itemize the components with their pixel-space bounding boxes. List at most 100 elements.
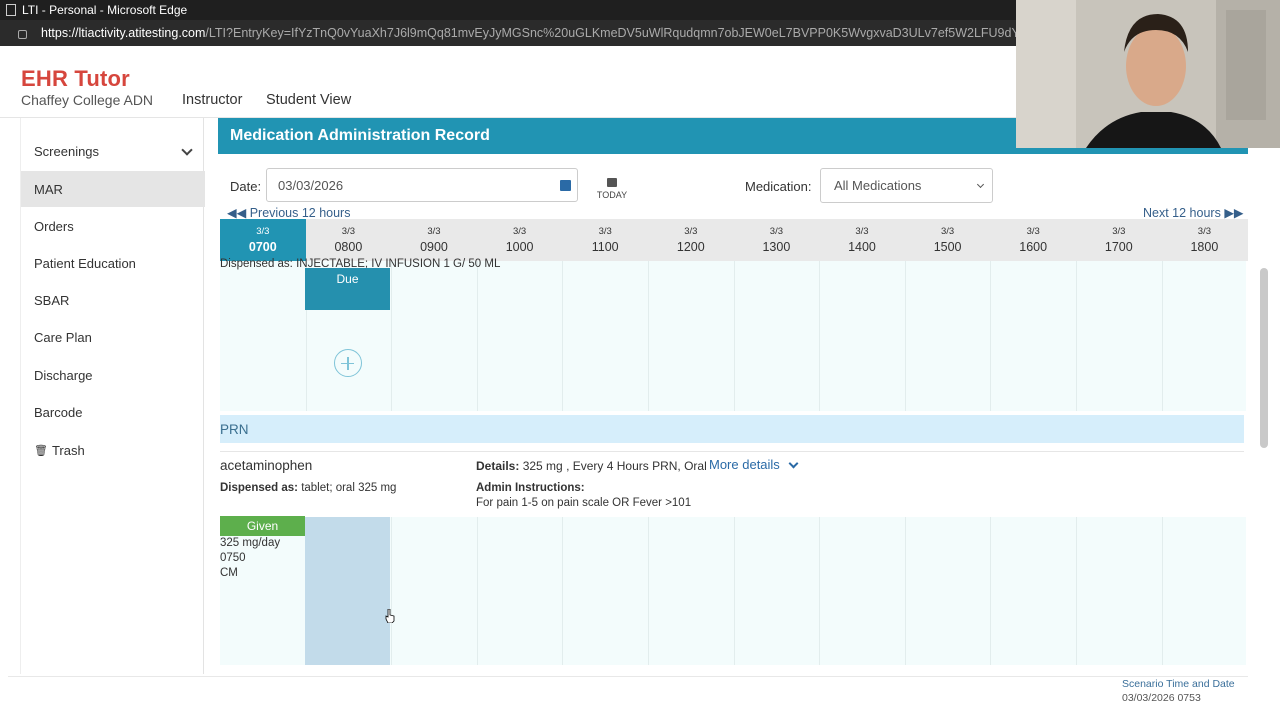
sidebar-item-barcode[interactable]: Barcode [21,394,205,430]
double-chevron-right-icon: ▶▶ [1224,206,1244,220]
sidebar-item-discharge[interactable]: Discharge [21,357,205,393]
hand-cursor-icon [385,609,395,623]
grid-line [648,261,649,411]
sidebar-item-label: Patient Education [34,255,136,271]
sidebar-item-orders[interactable]: Orders [21,208,205,244]
column-date: 3/3 [512,226,527,237]
time-column-1500[interactable]: 3/3 1500 [905,219,991,261]
medication-value: All Medications [834,178,922,193]
webcam-overlay [1016,0,1280,148]
admin-instructions-label: Admin Instructions: [476,482,585,494]
dispensed-value: tablet; oral 325 mg [301,482,397,494]
given-time: 0750 [220,552,246,564]
sidebar-item-label: Discharge [34,367,93,383]
column-time: 1700 [1104,240,1133,254]
time-column-1200[interactable]: 3/3 1200 [648,219,734,261]
time-column-1600[interactable]: 3/3 1600 [990,219,1076,261]
today-button[interactable]: TODAY [596,178,628,200]
sidebar-item-mar[interactable]: MAR [21,171,205,207]
sidebar-item-care-plan[interactable]: Care Plan [21,319,205,355]
column-time: 1600 [1019,240,1048,254]
time-column-1700[interactable]: 3/3 1700 [1076,219,1162,261]
time-column-0700[interactable]: 3/3 0700 [220,219,306,261]
scenario-time-label: Scenario Time and Date [1122,678,1235,690]
given-by: CM [220,567,238,579]
column-date: 3/3 [341,226,355,237]
chevron-down-icon [976,180,985,189]
calendar-icon [607,178,617,187]
grid-line [990,517,992,665]
column-date: 3/3 [1112,226,1126,237]
column-time: 0800 [334,240,363,254]
column-time: 1800 [1190,240,1219,254]
mar-panel: Medication Administration Record Date: 0… [218,118,1248,674]
due-status-cell[interactable]: Due [305,268,390,310]
scenario-time-value: 03/03/2026 0753 [1122,692,1201,704]
sidebar-item-label: Screenings [34,143,100,159]
column-date: 3/3 [855,226,869,237]
grid-line [733,261,735,411]
nav-student-view[interactable]: Student View [266,92,351,108]
date-label: Date: [230,179,262,194]
page-icon [6,4,16,16]
column-date: 3/3 [769,226,783,237]
medication-details: Details: 325 mg , Every 4 Hours PRN, Ora… [476,459,707,473]
sidebar-item-label: Care Plan [34,329,92,345]
time-column-0900[interactable]: 3/3 0900 [391,219,477,261]
given-status-cell[interactable]: Given [220,516,305,536]
url-path: /LTI?EntryKey=IfYzTnQ0vYuaXh7J6l9mQq81mv… [205,26,1077,40]
grid-line [562,261,564,411]
grid-line [990,261,992,411]
sidebar-item-trash[interactable]: 🗑 Trash [21,432,205,468]
column-time: 0900 [420,240,448,254]
sidebar-item-label: Orders [34,218,74,234]
calendar-icon[interactable] [560,180,571,191]
ehr-tutor-logo[interactable]: EHR Tutor [21,66,130,92]
sidebar-item-label: Trash [51,442,85,458]
admin-instructions-text: For pain 1-5 on pain scale OR Fever >101 [476,497,692,509]
college-name: Chaffey College ADN [21,92,154,108]
column-time: 1300 [762,240,791,254]
time-column-1400[interactable]: 3/3 1400 [819,219,905,261]
grid-line [476,261,478,411]
scrollbar[interactable] [1260,268,1268,448]
double-chevron-left-icon: ◀◀ [227,206,247,220]
grid-line [1161,261,1163,411]
grid-line [391,517,393,665]
sidebar-item-screenings[interactable]: Screenings [21,133,205,169]
medication-name[interactable]: acetaminophen [220,458,312,473]
medication-select[interactable]: All Medications [820,168,993,203]
trash-icon: 🗑 [34,444,48,457]
lock-icon[interactable] [18,29,27,39]
time-column-1000[interactable]: 3/3 1000 [477,219,563,261]
add-administration-button[interactable] [334,349,362,377]
sidebar-item-patient-education[interactable]: Patient Education [21,245,205,281]
grid-line [648,517,649,665]
time-column-1800[interactable]: 3/3 1800 [1162,219,1248,261]
time-column-1300[interactable]: 3/3 1300 [734,219,820,261]
next-label: Next 12 hours [1143,206,1221,220]
more-details-link[interactable]: More details [709,457,780,472]
grid-line [733,517,735,665]
date-input[interactable]: 03/03/2026 [266,168,578,202]
column-date: 3/3 [1026,226,1040,237]
previous-12-hours-link[interactable]: ◀◀ Previous 12 hours [227,205,350,220]
prn-section-header: PRN [220,415,1244,443]
column-date: 3/3 [940,226,955,237]
column-date: 3/3 [598,226,612,237]
hovered-time-cell[interactable] [305,517,390,665]
next-12-hours-link[interactable]: Next 12 hours ▶▶ [1143,205,1244,220]
chevron-down-icon[interactable] [788,458,799,469]
sidebar-item-sbar[interactable]: SBAR [21,282,205,318]
time-header: 3/3 0700 3/3 0800 3/3 0900 3/3 1000 3/3 1100 3/3 12… [220,219,1248,261]
nav-instructor[interactable]: Instructor [182,92,242,108]
divider [220,451,1244,452]
column-time: 1200 [676,240,705,254]
details-label: Details: [476,459,520,473]
url-host: https://ltiactivity.atitesting.com [41,26,206,40]
column-time: 1400 [848,240,876,254]
time-column-1100[interactable]: 3/3 1100 [562,219,648,261]
column-date: 3/3 [256,226,270,237]
grid-line [1161,517,1163,665]
time-column-0800[interactable]: 3/3 0800 [306,219,392,261]
